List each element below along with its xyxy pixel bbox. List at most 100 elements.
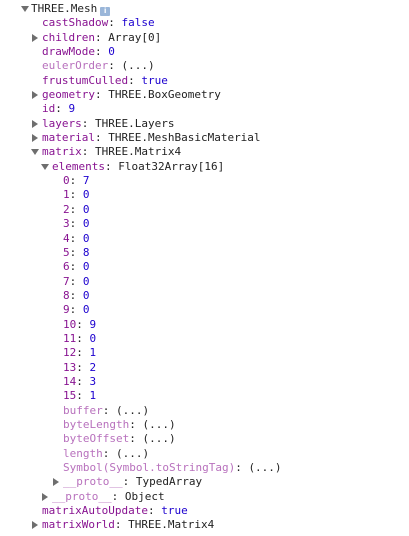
tree-row-matrix[interactable]: matrix: THREE.Matrix4 xyxy=(0,145,409,159)
collapsed-triangle-icon[interactable] xyxy=(32,33,38,42)
array-item-row: 3: 0 xyxy=(0,217,409,231)
property-value: 9 xyxy=(68,102,76,116)
tree-row-layers[interactable]: layers: THREE.Layers xyxy=(0,117,409,131)
getter-invoke[interactable]: (...) xyxy=(121,59,154,72)
property-separator: : xyxy=(108,16,122,30)
property-separator: : xyxy=(114,518,129,532)
property-separator: : xyxy=(111,489,125,503)
info-icon[interactable]: i xyxy=(100,7,111,16)
array-index: 7 xyxy=(63,274,70,288)
getter-invoke[interactable]: (...) xyxy=(142,432,175,445)
property-separator: : xyxy=(76,331,90,345)
proto-value: Object xyxy=(124,489,165,503)
collapsed-triangle-icon[interactable] xyxy=(42,492,48,501)
property-value: THREE.MeshBasicMaterial xyxy=(108,131,261,145)
array-index: 14 xyxy=(63,374,77,388)
property-separator: : xyxy=(76,374,90,388)
array-item-row: 14: 3 xyxy=(0,375,409,389)
getter-invoke[interactable]: (...) xyxy=(116,404,149,417)
property-separator: : xyxy=(122,475,136,489)
tree-row-byteOffset[interactable]: byteOffset: (...) xyxy=(0,432,409,446)
array-value: 0 xyxy=(82,217,90,231)
property-key: id xyxy=(42,102,56,116)
property-separator: : xyxy=(108,59,122,73)
property-separator: : xyxy=(69,245,83,259)
property-key: layers xyxy=(42,116,82,130)
tree-row-frustumCulled: frustumCulled: true xyxy=(0,74,409,88)
array-value: 8 xyxy=(82,245,90,259)
getter-invoke[interactable]: (...) xyxy=(248,461,281,474)
tree-row-matrixWorld[interactable]: matrixWorld: THREE.Matrix4 xyxy=(0,518,409,532)
tree-row-id: id: 9 xyxy=(0,102,409,116)
tree-row-toStringTag[interactable]: Symbol(Symbol.toStringTag): (...) xyxy=(0,461,409,475)
array-item-row: 10: 9 xyxy=(0,318,409,332)
property-value: THREE.Matrix4 xyxy=(95,145,182,159)
property-separator: : xyxy=(147,504,162,518)
tree-row-elements-proto[interactable]: __proto__: TypedArray xyxy=(0,475,409,489)
array-item-row: 8: 0 xyxy=(0,289,409,303)
property-value: Array[0] xyxy=(108,30,162,44)
property-separator: : xyxy=(55,102,69,116)
property-key: eulerOrder xyxy=(42,59,109,73)
array-item-row: 2: 0 xyxy=(0,203,409,217)
property-separator: : xyxy=(129,432,143,446)
array-index: 0 xyxy=(63,174,70,188)
property-separator: : xyxy=(69,188,83,202)
tree-row-length[interactable]: length: (...) xyxy=(0,447,409,461)
property-key: frustumCulled xyxy=(42,73,129,87)
collapsed-triangle-icon[interactable] xyxy=(32,134,38,143)
property-separator: : xyxy=(129,417,143,431)
property-value: true xyxy=(141,73,168,87)
tree-row-eulerOrder[interactable]: eulerOrder: (...) xyxy=(0,59,409,73)
getter-invoke[interactable]: (...) xyxy=(116,447,149,460)
property-separator: : xyxy=(76,389,90,403)
proto-key: __proto__ xyxy=(52,489,112,503)
array-index: 5 xyxy=(63,245,70,259)
array-value: 0 xyxy=(82,188,90,202)
tree-row-geometry[interactable]: geometry: THREE.BoxGeometry xyxy=(0,88,409,102)
proto-key: __proto__ xyxy=(63,475,123,489)
property-value: true xyxy=(161,504,188,518)
tree-row-matrix-proto[interactable]: __proto__: Object xyxy=(0,490,409,504)
array-value: 9 xyxy=(89,317,97,331)
collapsed-triangle-icon[interactable] xyxy=(53,478,59,487)
property-value: Float32Array[16] xyxy=(118,159,225,173)
collapsed-triangle-icon[interactable] xyxy=(32,91,38,100)
expanded-triangle-icon[interactable] xyxy=(31,149,39,156)
property-separator: : xyxy=(69,288,83,302)
array-index: 3 xyxy=(63,217,70,231)
array-index: 2 xyxy=(63,202,70,216)
expanded-triangle-icon[interactable] xyxy=(41,163,49,170)
array-index: 8 xyxy=(63,288,70,302)
property-key: matrixAutoUpdate xyxy=(42,504,148,518)
property-value: THREE.Layers xyxy=(95,116,175,130)
property-separator: : xyxy=(76,360,90,374)
tree-row-buffer[interactable]: buffer: (...) xyxy=(0,404,409,418)
array-item-row: 1: 0 xyxy=(0,188,409,202)
array-item-row: 11: 0 xyxy=(0,332,409,346)
array-item-row: 4: 0 xyxy=(0,232,409,246)
tree-row-byteLength[interactable]: byteLength: (...) xyxy=(0,418,409,432)
collapsed-triangle-icon[interactable] xyxy=(32,521,38,530)
array-value: 3 xyxy=(89,374,97,388)
array-item-row: 6: 0 xyxy=(0,260,409,274)
tree-row-castShadow: castShadow: false xyxy=(0,16,409,30)
tree-row-material[interactable]: material: THREE.MeshBasicMaterial xyxy=(0,131,409,145)
property-key: geometry xyxy=(42,88,95,102)
array-value: 1 xyxy=(89,389,97,403)
tree-row-children[interactable]: children: Array[0] xyxy=(0,31,409,45)
array-index: 11 xyxy=(63,331,77,345)
tree-row-root[interactable]: THREE.Mesh i xyxy=(0,2,409,16)
property-value: false xyxy=(121,16,155,30)
tree-row-elements[interactable]: elements: Float32Array[16] xyxy=(0,160,409,174)
property-separator: : xyxy=(69,202,83,216)
expanded-triangle-icon[interactable] xyxy=(21,6,29,12)
console-object-tree: THREE.Mesh i castShadow: false children: … xyxy=(0,2,409,533)
property-separator: : xyxy=(69,174,83,188)
collapsed-triangle-icon[interactable] xyxy=(32,119,38,128)
property-separator: : xyxy=(69,303,83,317)
array-item-row: 13: 2 xyxy=(0,361,409,375)
getter-invoke[interactable]: (...) xyxy=(142,418,175,431)
array-index: 1 xyxy=(63,188,70,202)
property-separator: : xyxy=(81,145,95,159)
